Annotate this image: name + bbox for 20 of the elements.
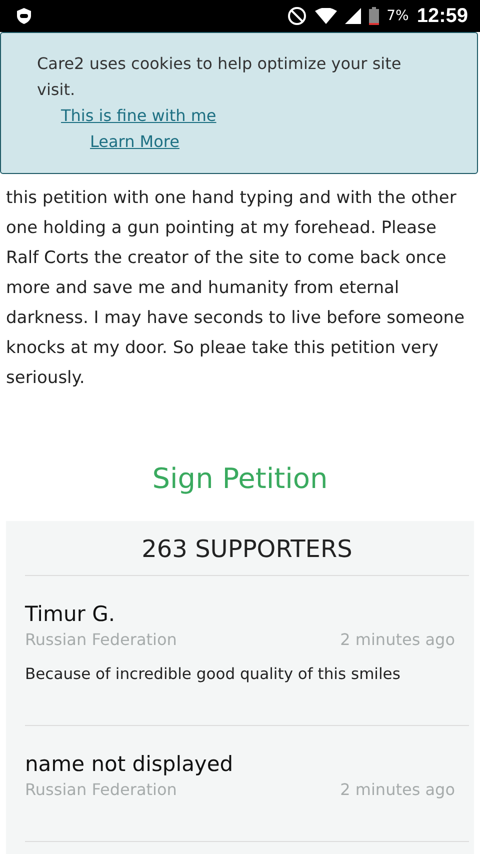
do-not-disturb-icon	[286, 6, 307, 26]
cookie-message: Care2 uses cookies to help optimize your site visit.	[37, 53, 402, 101]
battery-icon	[368, 7, 379, 25]
clock: 12:59	[416, 4, 468, 28]
signed-time: 2 minutes ago	[340, 780, 455, 799]
wifi-icon	[314, 8, 337, 24]
supporter-name: name not displayed	[25, 752, 234, 776]
petition-text: this petition with one hand typing and with the other one holding a gun pointing at my forehead. Please Ralf Corts the creator of the site to come back once more and save me and humanity from eternal darkness. I may have seconds to live before someone knocks at my door. So pleae take this petition very seriously.	[6, 187, 466, 390]
cookie-link[interactable]: Learn More	[90, 132, 180, 151]
signal-icon	[344, 8, 361, 24]
shield-icon	[17, 8, 31, 24]
supporter-name: Timur G.	[25, 602, 116, 626]
battery-percentage: 7%	[386, 8, 409, 24]
supporter-comment: Because of incredible good quality of this smiles	[25, 665, 402, 683]
supporter-country: Russian Federation	[25, 630, 177, 649]
cookie-link[interactable]: This is fine with me	[61, 106, 216, 125]
signed-time: 2 minutes ago	[340, 630, 455, 649]
supporters-count: 263 SUPPORTERS	[25, 521, 469, 576]
supporter-country: Russian Federation	[25, 780, 177, 799]
sign-petition-link[interactable]: Sign Petition	[152, 459, 328, 499]
